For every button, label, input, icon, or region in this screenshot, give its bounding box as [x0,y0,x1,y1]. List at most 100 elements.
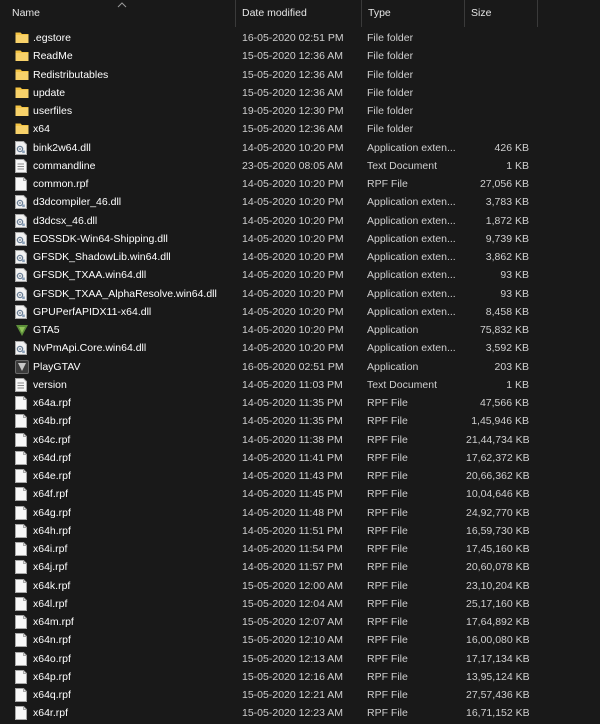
file-name: x64g.rpf [33,506,71,519]
column-divider[interactable] [235,0,236,27]
file-row[interactable]: GFSDK_TXAA.win64.dll 14-05-2020 10:20 PM… [0,266,600,284]
file-row[interactable]: ReadMe 15-05-2020 12:36 AM File folder [0,47,600,65]
file-date-modified: 14-05-2020 11:48 PM [242,506,343,519]
file-type: RPF File [367,433,408,446]
file-type: Application exten... [367,251,456,263]
file-type: Text Document [367,159,438,172]
file-size: 20,66,362 KB [466,470,529,482]
file-size: 1 KB [506,159,529,172]
file-name: x64 [33,123,50,136]
file-type: Application exten... [367,342,456,355]
file-date-modified: 15-05-2020 12:04 AM [242,597,343,610]
file-row[interactable]: x64b.rpf 14-05-2020 11:35 PM RPF File 1,… [0,412,600,430]
dll-file-icon [15,285,29,303]
file-size: 23,10,204 KB [466,579,529,592]
file-row[interactable]: .egstore 16-05-2020 02:51 PM File folder [0,29,600,47]
file-row[interactable]: PlayGTAV 16-05-2020 02:51 PM Application… [0,358,600,376]
file-name: commandline [33,159,96,172]
file-row[interactable]: GFSDK_TXAA_AlphaResolve.win64.dll 14-05-… [0,285,600,303]
file-row[interactable]: x64n.rpf 15-05-2020 12:10 AM RPF File 16… [0,631,600,649]
file-row[interactable]: x64h.rpf 14-05-2020 11:51 PM RPF File 16… [0,522,600,540]
blank-file-icon [15,558,29,576]
file-name: x64j.rpf [33,561,68,574]
file-size: 203 KB [494,360,529,373]
file-row[interactable]: x64o.rpf 15-05-2020 12:13 AM RPF File 17… [0,650,600,668]
file-date-modified: 14-05-2020 11:35 PM [242,415,343,428]
file-date-modified: 14-05-2020 11:03 PM [242,378,343,391]
file-name: x64p.rpf [33,670,71,683]
file-name: x64o.rpf [33,652,71,665]
dll-file-icon [15,230,29,248]
file-row[interactable]: userfiles 19-05-2020 12:30 PM File folde… [0,102,600,120]
file-row[interactable]: GFSDK_ShadowLib.win64.dll 14-05-2020 10:… [0,248,600,266]
file-name: x64r.rpf [33,707,69,720]
file-row[interactable]: x64c.rpf 14-05-2020 11:38 PM RPF File 21… [0,431,600,449]
blank-file-icon [15,686,29,704]
dll-file-icon [15,193,29,211]
playgtav-app-icon [15,358,29,376]
file-row[interactable]: x64a.rpf 14-05-2020 11:35 PM RPF File 47… [0,394,600,412]
file-name: bink2w64.dll [33,141,91,154]
file-date-modified: 15-05-2020 12:00 AM [242,579,343,592]
file-row[interactable]: commandline 23-05-2020 08:05 AM Text Doc… [0,157,600,175]
file-row[interactable]: x64j.rpf 14-05-2020 11:57 PM RPF File 20… [0,558,600,576]
column-divider[interactable] [464,0,465,27]
file-row[interactable]: common.rpf 14-05-2020 10:20 PM RPF File … [0,175,600,193]
file-row[interactable]: Redistributables 15-05-2020 12:36 AM Fil… [0,66,600,84]
file-row[interactable]: update 15-05-2020 12:36 AM File folder [0,84,600,102]
file-row[interactable]: x64l.rpf 15-05-2020 12:04 AM RPF File 25… [0,595,600,613]
file-row[interactable]: d3dcompiler_46.dll 14-05-2020 10:20 PM A… [0,193,600,211]
file-size: 17,64,892 KB [466,616,529,628]
file-row[interactable]: GTA5 14-05-2020 10:20 PM Application 75,… [0,321,600,339]
file-row[interactable]: NvPmApi.Core.win64.dll 14-05-2020 10:20 … [0,339,600,357]
file-row[interactable]: EOSSDK-Win64-Shipping.dll 14-05-2020 10:… [0,230,600,248]
file-name: x64l.rpf [33,597,68,610]
file-row[interactable]: d3dcsx_46.dll 14-05-2020 10:20 PM Applic… [0,212,600,230]
file-date-modified: 15-05-2020 12:13 AM [242,652,343,665]
file-row[interactable]: GPUPerfAPIDX11-x64.dll 14-05-2020 10:20 … [0,303,600,321]
file-size: 3,783 KB [485,196,529,209]
column-type[interactable]: Type [363,0,463,27]
file-row[interactable]: x64d.rpf 14-05-2020 11:41 PM RPF File 17… [0,449,600,467]
blank-file-icon [15,175,29,193]
file-list: .egstore 16-05-2020 02:51 PM File folder… [0,29,600,723]
file-type: Application exten... [367,196,456,209]
file-size: 17,45,160 KB [466,543,529,555]
file-row[interactable]: version 14-05-2020 11:03 PM Text Documen… [0,376,600,394]
file-type: File folder [367,105,414,117]
file-size: 75,832 KB [479,324,529,336]
file-name: common.rpf [33,178,89,190]
file-name: .egstore [33,32,71,44]
file-type: Application [367,360,419,373]
file-row[interactable]: x64g.rpf 14-05-2020 11:48 PM RPF File 24… [0,504,600,522]
file-row[interactable]: x64 15-05-2020 12:36 AM File folder [0,120,600,138]
file-row[interactable]: x64r.rpf 15-05-2020 12:23 AM RPF File 16… [0,704,600,722]
file-type: RPF File [367,634,408,647]
column-divider[interactable] [361,0,362,27]
file-row[interactable]: x64i.rpf 14-05-2020 11:54 PM RPF File 17… [0,540,600,558]
file-date-modified: 14-05-2020 11:45 PM [242,488,343,501]
dll-file-icon [15,266,29,284]
file-row[interactable]: x64e.rpf 14-05-2020 11:43 PM RPF File 20… [0,467,600,485]
file-name: x64k.rpf [33,579,71,592]
file-type: Application exten... [367,214,456,227]
blank-file-icon [15,613,29,631]
file-row[interactable]: x64k.rpf 15-05-2020 12:00 AM RPF File 23… [0,577,600,595]
column-name[interactable]: Name [12,0,235,27]
file-date-modified: 16-05-2020 02:51 PM [242,360,344,373]
blank-file-icon [15,540,29,558]
file-row[interactable]: x64f.rpf 14-05-2020 11:45 PM RPF File 10… [0,485,600,503]
file-row[interactable]: bink2w64.dll 14-05-2020 10:20 PM Applica… [0,139,600,157]
file-date-modified: 15-05-2020 12:36 AM [242,50,343,63]
column-divider[interactable] [537,0,538,27]
file-row[interactable]: x64p.rpf 15-05-2020 12:16 AM RPF File 13… [0,668,600,686]
file-row[interactable]: x64m.rpf 15-05-2020 12:07 AM RPF File 17… [0,613,600,631]
column-size[interactable]: Size [466,0,536,27]
file-date-modified: 15-05-2020 12:21 AM [242,689,343,701]
column-date-modified[interactable]: Date modified [237,0,360,27]
file-size: 16,59,730 KB [466,524,529,537]
file-name: x64e.rpf [33,470,71,482]
file-name: NvPmApi.Core.win64.dll [33,342,147,355]
file-row[interactable]: x64q.rpf 15-05-2020 12:21 AM RPF File 27… [0,686,600,704]
file-name: x64q.rpf [33,689,71,701]
